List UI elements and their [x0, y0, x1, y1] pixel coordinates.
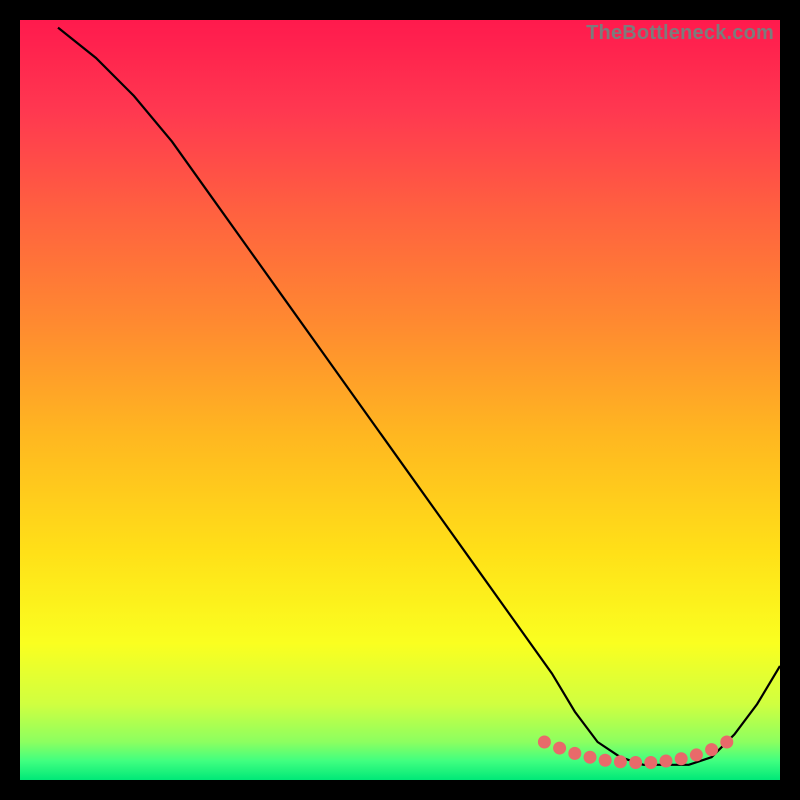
- watermark-text: TheBottleneck.com: [586, 22, 774, 45]
- chart-svg: [20, 20, 780, 780]
- chart-frame: TheBottleneck.com: [20, 20, 780, 780]
- highlight-dot: [690, 748, 703, 761]
- highlight-dot: [568, 747, 581, 760]
- highlight-dot: [614, 755, 627, 768]
- highlight-dot: [705, 743, 718, 756]
- highlight-dot: [675, 752, 688, 765]
- highlight-dot: [584, 751, 597, 764]
- highlight-dot: [644, 756, 657, 769]
- highlight-dot: [720, 736, 733, 749]
- highlight-dot: [599, 754, 612, 767]
- highlight-dot: [629, 756, 642, 769]
- highlight-dot: [660, 755, 673, 768]
- highlight-dot: [538, 736, 551, 749]
- gradient-rect: [20, 20, 780, 780]
- highlight-dot: [553, 742, 566, 755]
